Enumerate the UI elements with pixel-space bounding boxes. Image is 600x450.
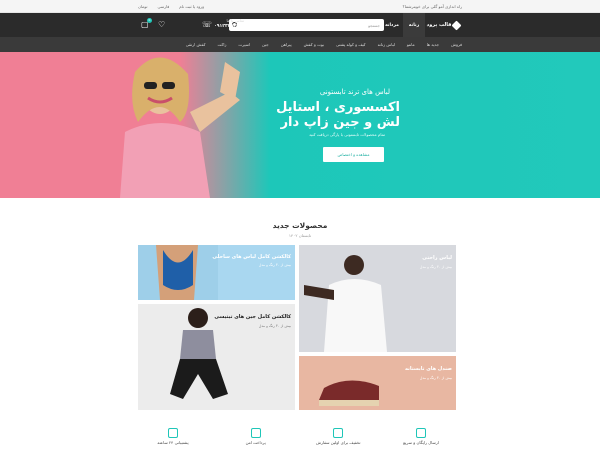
tile-comfort-image — [299, 245, 409, 352]
feature-discount: تخفیف برای اولین سفارش — [303, 428, 373, 450]
category-item[interactable]: اسپرت — [238, 42, 250, 47]
tile-comfort-subtitle: بیش از ۳۰ رنگ و مدل — [419, 265, 452, 269]
hero-title: اکسسوری ، استایل لش و جین زاپ دار — [276, 100, 400, 130]
category-nav: فروش جدید ها مانتو لباس زنانه کیف و کوله پشت… — [0, 37, 600, 52]
phone-number: ۰۹۱۲۳۴۵۶۷۸۹ — [214, 24, 245, 29]
hero-cta-button[interactable]: مشاهده و اختصاص — [323, 147, 384, 162]
feature-support: پشتیبانی ۲۴ ساعته — [138, 428, 208, 450]
product-tile-beach[interactable]: کالکشن کامل لباس های ساحلی بیش از ۳۰ رنگ… — [138, 245, 295, 300]
category-item[interactable]: مانتو — [407, 42, 415, 47]
truck-icon — [415, 428, 426, 438]
phone-contact[interactable]: تماس با ما ۰۹۱۲۳۴۵۶۷۸۹ — [214, 18, 244, 29]
mode-women-button[interactable]: زنانه — [403, 13, 425, 37]
currency-selector[interactable]: تومان — [138, 4, 147, 9]
hero-description: تمام محصولات تابستونی با پارگی دریافت کن… — [309, 132, 385, 137]
top-bar-left: تومان فارسی ورود یا ثبت نام — [138, 4, 204, 9]
new-products-date: تابستان ۱۴۰۲ — [288, 233, 312, 238]
new-products-title: محصولات جدید — [272, 221, 328, 230]
help-text: راه اندازی آمو گلی برای خوبترشما؟ — [402, 4, 462, 9]
hero-banner: لباس های ترند تابستونی اکسسوری ، استایل … — [0, 52, 600, 198]
feature-shipping-label: ارسال رایگان و سریع — [403, 440, 439, 445]
language-label: فارسی — [157, 4, 170, 9]
tile-jeans-subtitle: بیش از ۳۰ رنگ و مدل — [258, 324, 291, 328]
wishlist-icon[interactable]: ♡ — [158, 20, 165, 30]
logo-text: قالب پرود — [426, 22, 452, 28]
feature-shipping: ارسال رایگان و سریع — [386, 428, 456, 450]
category-item[interactable]: لباس زنانه — [378, 42, 395, 47]
mode-men-button[interactable]: مردانه — [381, 13, 403, 37]
category-item[interactable]: کیف و کوله پشتی — [336, 42, 366, 47]
logo[interactable]: قالب پرود — [425, 13, 462, 37]
category-item[interactable]: جدید ها — [427, 42, 439, 47]
logo-icon — [451, 20, 462, 30]
tile-beach-image — [138, 245, 218, 300]
search-input[interactable]: جستجو — [229, 19, 384, 31]
tile-beach-subtitle: بیش از ۳۰ رنگ و مدل — [258, 263, 291, 267]
hero-model-image — [120, 57, 240, 198]
feature-payment: پرداخت امن — [221, 428, 291, 450]
top-bar: تومان فارسی ورود یا ثبت نام راه اندازی آ… — [0, 0, 600, 13]
category-item[interactable]: بوت و کفش — [304, 42, 324, 47]
mode-women-label: زنانه — [408, 22, 420, 28]
tile-sandals-image — [299, 356, 409, 410]
login-link[interactable]: ورود یا ثبت نام — [179, 4, 204, 9]
product-tile-comfort[interactable]: لباس راحتی بیش از ۳۰ رنگ و مدل — [299, 245, 456, 352]
category-list: فروش جدید ها مانتو لباس زنانه کیف و کوله پشت… — [186, 37, 462, 52]
login-label: ورود یا ثبت نام — [179, 4, 205, 9]
feature-discount-label: تخفیف برای اولین سفارش — [316, 440, 361, 445]
search-placeholder: جستجو — [368, 22, 380, 28]
tile-sandals-subtitle: بیش از ۳۰ رنگ و مدل — [419, 376, 452, 380]
features-bar: ارسال رایگان و سریع تخفیف برای اولین سفا… — [138, 428, 456, 450]
tile-comfort-title: لباس راحتی — [422, 255, 452, 261]
currency-label: تومان — [138, 4, 148, 9]
category-item[interactable]: کفش ارتقی — [186, 42, 206, 47]
phone-label: تماس با ما — [226, 18, 245, 23]
phone-icon: ☏ — [202, 20, 213, 29]
discount-icon — [333, 428, 344, 438]
hero-subtitle: لباس های ترند تابستونی — [319, 88, 390, 96]
tile-jeans-title: کالکشن کامل جین های تیتیسی — [214, 314, 291, 320]
feature-payment-label: پرداخت امن — [245, 440, 266, 445]
product-tile-jeans[interactable]: کالکشن کامل جین های تیتیسی بیش از ۳۰ رنگ… — [138, 304, 295, 410]
support-icon — [168, 428, 178, 438]
tile-beach-title: کالکشن کامل لباس های ساحلی — [212, 254, 291, 260]
tile-sandals-title: صندل های تابستانه — [404, 366, 452, 372]
cart-count-badge: 0 — [147, 18, 152, 23]
hero-cta-label: مشاهده و اختصاص — [337, 152, 370, 157]
mode-men-label: مردانه — [385, 22, 399, 28]
product-tile-sandals[interactable]: صندل های تابستانه بیش از ۳۰ رنگ و مدل — [299, 356, 456, 410]
category-item[interactable]: زاکت — [218, 42, 227, 47]
feature-support-label: پشتیبانی ۲۴ ساعته — [157, 440, 189, 445]
category-item[interactable]: پیراهن — [281, 42, 292, 47]
header: قالب پرود زنانه مردانه جستجو تماس با ما … — [0, 13, 600, 37]
category-item[interactable]: جین — [262, 42, 269, 47]
language-selector[interactable]: فارسی — [157, 4, 169, 9]
category-item[interactable]: فروش — [451, 42, 462, 47]
card-icon — [250, 428, 261, 438]
